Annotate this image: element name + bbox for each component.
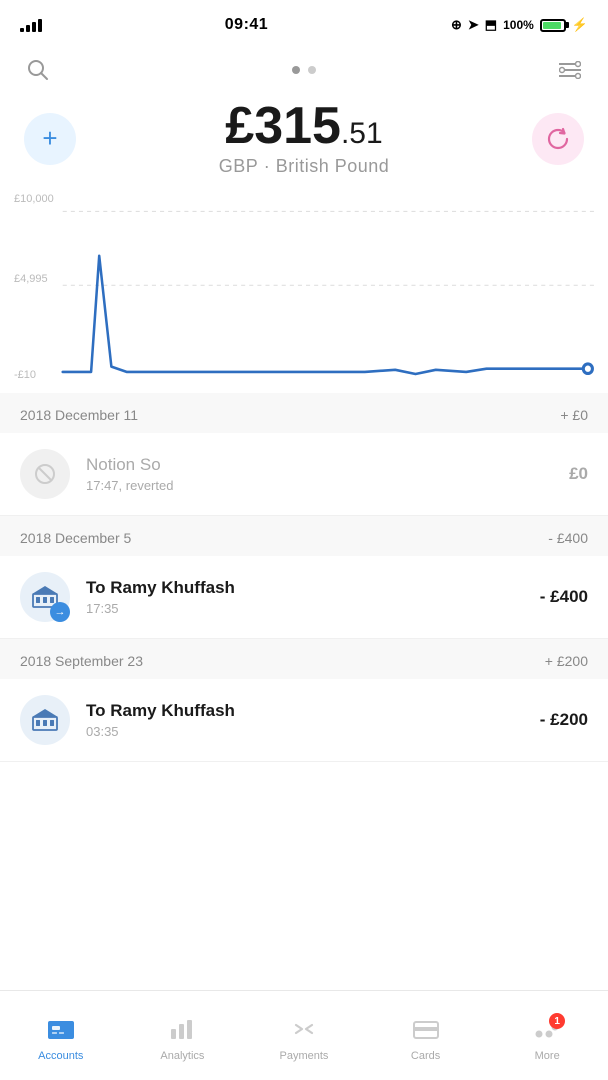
transactions-list: 2018 December 11 + £0 Notion So 17:47, r… <box>0 393 608 762</box>
more-badge: 1 <box>549 1013 565 1029</box>
accounts-icon <box>47 1017 75 1046</box>
accounts-label: Accounts <box>38 1050 83 1062</box>
date-amount-dec11: + £0 <box>560 407 588 423</box>
tx-name-ramy1: To Ramy Khuffash <box>86 578 540 598</box>
status-time: 09:41 <box>225 16 268 34</box>
balance-section: + £315.51 GBP · British Pound <box>0 100 608 183</box>
status-bar: 09:41 ⊕ ➤ ⬒ 100% ⚡ <box>0 0 608 44</box>
chart-label-top: £10,000 <box>14 193 54 205</box>
balance-currency: GBP · British Pound <box>219 156 390 177</box>
signal-strength <box>20 19 42 32</box>
payments-label: Payments <box>280 1050 329 1062</box>
search-button[interactable] <box>20 52 56 88</box>
refresh-button[interactable] <box>532 113 584 165</box>
bottom-nav: Accounts Analytics Payments <box>0 990 608 1080</box>
tx-info-ramy1: To Ramy Khuffash 17:35 <box>86 578 540 616</box>
transaction-ramy-2[interactable]: To Ramy Khuffash 03:35 - £200 <box>0 679 608 762</box>
airplay-icon: ⬒ <box>485 17 497 33</box>
tx-icon-bank-2 <box>20 695 70 745</box>
date-label-dec5: 2018 December 5 <box>20 530 131 546</box>
tx-time-ramy1: 17:35 <box>86 601 540 616</box>
top-nav <box>0 44 608 100</box>
tx-time-notion: 17:47, reverted <box>86 478 569 493</box>
page-indicator <box>292 66 316 74</box>
chart-label-mid: £4,995 <box>14 273 48 285</box>
analytics-label: Analytics <box>160 1050 204 1062</box>
date-label-sep23: 2018 September 23 <box>20 653 143 669</box>
transaction-ramy-1[interactable]: → To Ramy Khuffash 17:35 - £400 <box>0 556 608 639</box>
payments-icon <box>290 1017 318 1046</box>
add-button[interactable]: + <box>24 113 76 165</box>
charging-icon: ⚡ <box>572 17 588 33</box>
transaction-notion-so[interactable]: Notion So 17:47, reverted £0 <box>0 433 608 516</box>
date-group-dec11: 2018 December 11 + £0 <box>0 393 608 433</box>
date-label-dec11: 2018 December 11 <box>20 407 138 423</box>
tx-amount-notion: £0 <box>569 464 588 484</box>
balance-amount: £315.51 <box>219 100 390 152</box>
tx-amount-ramy1: - £400 <box>540 587 588 607</box>
analytics-icon <box>168 1017 196 1046</box>
nav-item-analytics[interactable]: Analytics <box>122 991 244 1080</box>
cards-icon <box>412 1017 440 1046</box>
dot-2 <box>308 66 316 74</box>
date-group-sep23: 2018 September 23 + £200 <box>0 639 608 679</box>
tx-time-ramy2: 03:35 <box>86 724 540 739</box>
status-right: ⊕ ➤ ⬒ 100% ⚡ <box>451 17 588 33</box>
balance-chart: £10,000 £4,995 -£10 <box>0 193 608 393</box>
date-group-dec5: 2018 December 5 - £400 <box>0 516 608 556</box>
battery-percentage: 100% <box>503 18 534 32</box>
more-label: More <box>535 1050 560 1062</box>
nav-item-accounts[interactable]: Accounts <box>0 991 122 1080</box>
battery-icon <box>540 19 566 32</box>
tx-icon-bank-1: → <box>20 572 70 622</box>
filter-button[interactable] <box>552 52 588 88</box>
tx-name-ramy2: To Ramy Khuffash <box>86 701 540 721</box>
tx-name-notion: Notion So <box>86 455 569 475</box>
nav-item-payments[interactable]: Payments <box>243 991 365 1080</box>
dot-1 <box>292 66 300 74</box>
date-amount-sep23: + £200 <box>545 653 588 669</box>
date-amount-dec5: - £400 <box>548 530 588 546</box>
cards-label: Cards <box>411 1050 440 1062</box>
tx-info-ramy2: To Ramy Khuffash 03:35 <box>86 701 540 739</box>
tx-icon-blocked <box>20 449 70 499</box>
navigation-icon: ➤ <box>468 17 479 33</box>
tx-amount-ramy2: - £200 <box>540 710 588 730</box>
balance-display: £315.51 GBP · British Pound <box>219 100 390 177</box>
more-icon: 1 <box>533 1017 561 1046</box>
chart-label-bottom: -£10 <box>14 369 36 381</box>
location-icon: ⊕ <box>451 17 462 33</box>
tx-info-notion: Notion So 17:47, reverted <box>86 455 569 493</box>
nav-item-more[interactable]: 1 More <box>486 991 608 1080</box>
nav-item-cards[interactable]: Cards <box>365 991 487 1080</box>
transfer-arrow-icon: → <box>50 602 70 622</box>
